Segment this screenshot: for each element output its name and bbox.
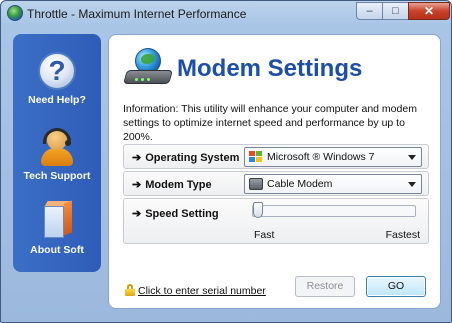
modem-type-value: Cable Modem [267, 178, 333, 190]
operating-system-value: Microsoft ® Windows 7 [267, 151, 375, 163]
speed-min-label: Fast [254, 229, 275, 241]
minimize-button[interactable]: – [356, 2, 383, 20]
operating-system-select[interactable]: Microsoft ® Windows 7 [244, 147, 422, 167]
speed-slider-thumb[interactable] [253, 202, 263, 218]
arrow-right-icon: ➔ [132, 152, 142, 164]
modem-type-select[interactable]: Cable Modem [244, 174, 422, 194]
lock-icon [125, 284, 135, 296]
sidebar-item-label: Need Help? [28, 94, 86, 106]
speed-max-label: Fastest [385, 229, 420, 241]
help-icon: ? [38, 52, 76, 90]
main-panel: Modem Settings Information: This utility… [108, 34, 441, 309]
operating-system-row: ➔ Operating System Microsoft ® Windows 7 [123, 144, 429, 169]
enter-serial-link[interactable]: Click to enter serial number [138, 285, 266, 297]
cable-modem-icon [249, 178, 263, 190]
sidebar-item-about-soft[interactable]: About Soft [13, 200, 101, 256]
globe-modem-icon [123, 48, 173, 88]
modem-type-label: ➔ Modem Type [132, 179, 212, 191]
speed-setting-label: ➔ Speed Setting [132, 208, 219, 220]
go-button[interactable]: GO [366, 276, 426, 297]
close-button[interactable]: ✕ [408, 2, 450, 20]
window-title: Throttle - Maximum Internet Performance [27, 7, 247, 21]
windows-logo-icon [249, 151, 263, 163]
sidebar-item-tech-support[interactable]: Tech Support [13, 126, 101, 182]
speed-slider-track[interactable] [252, 205, 416, 217]
sidebar-item-label: About Soft [30, 244, 84, 256]
page-title: Modem Settings [177, 55, 363, 82]
operating-system-label: ➔ Operating System [132, 152, 240, 164]
chevron-down-icon [408, 182, 416, 187]
title-bar[interactable]: Throttle - Maximum Internet Performance … [1, 1, 451, 27]
sidebar-item-label: Tech Support [23, 170, 91, 182]
arrow-right-icon: ➔ [132, 179, 142, 191]
sidebar-item-need-help[interactable]: ? Need Help? [13, 52, 101, 106]
modem-type-row: ➔ Modem Type Cable Modem [123, 171, 429, 196]
app-window: Throttle - Maximum Internet Performance … [0, 0, 452, 323]
tech-support-icon [37, 126, 77, 166]
restore-button[interactable]: Restore [295, 276, 355, 297]
maximize-button[interactable]: □ [382, 2, 409, 20]
info-text: Information: This utility will enhance y… [123, 103, 417, 143]
software-box-icon [40, 200, 74, 240]
speed-setting-row: ➔ Speed Setting Fast Fastest [123, 198, 429, 244]
app-globe-icon [7, 5, 23, 21]
arrow-right-icon: ➔ [132, 208, 142, 220]
sidebar: ? Need Help? Tech Support About Soft [13, 34, 101, 272]
chevron-down-icon [408, 155, 416, 160]
